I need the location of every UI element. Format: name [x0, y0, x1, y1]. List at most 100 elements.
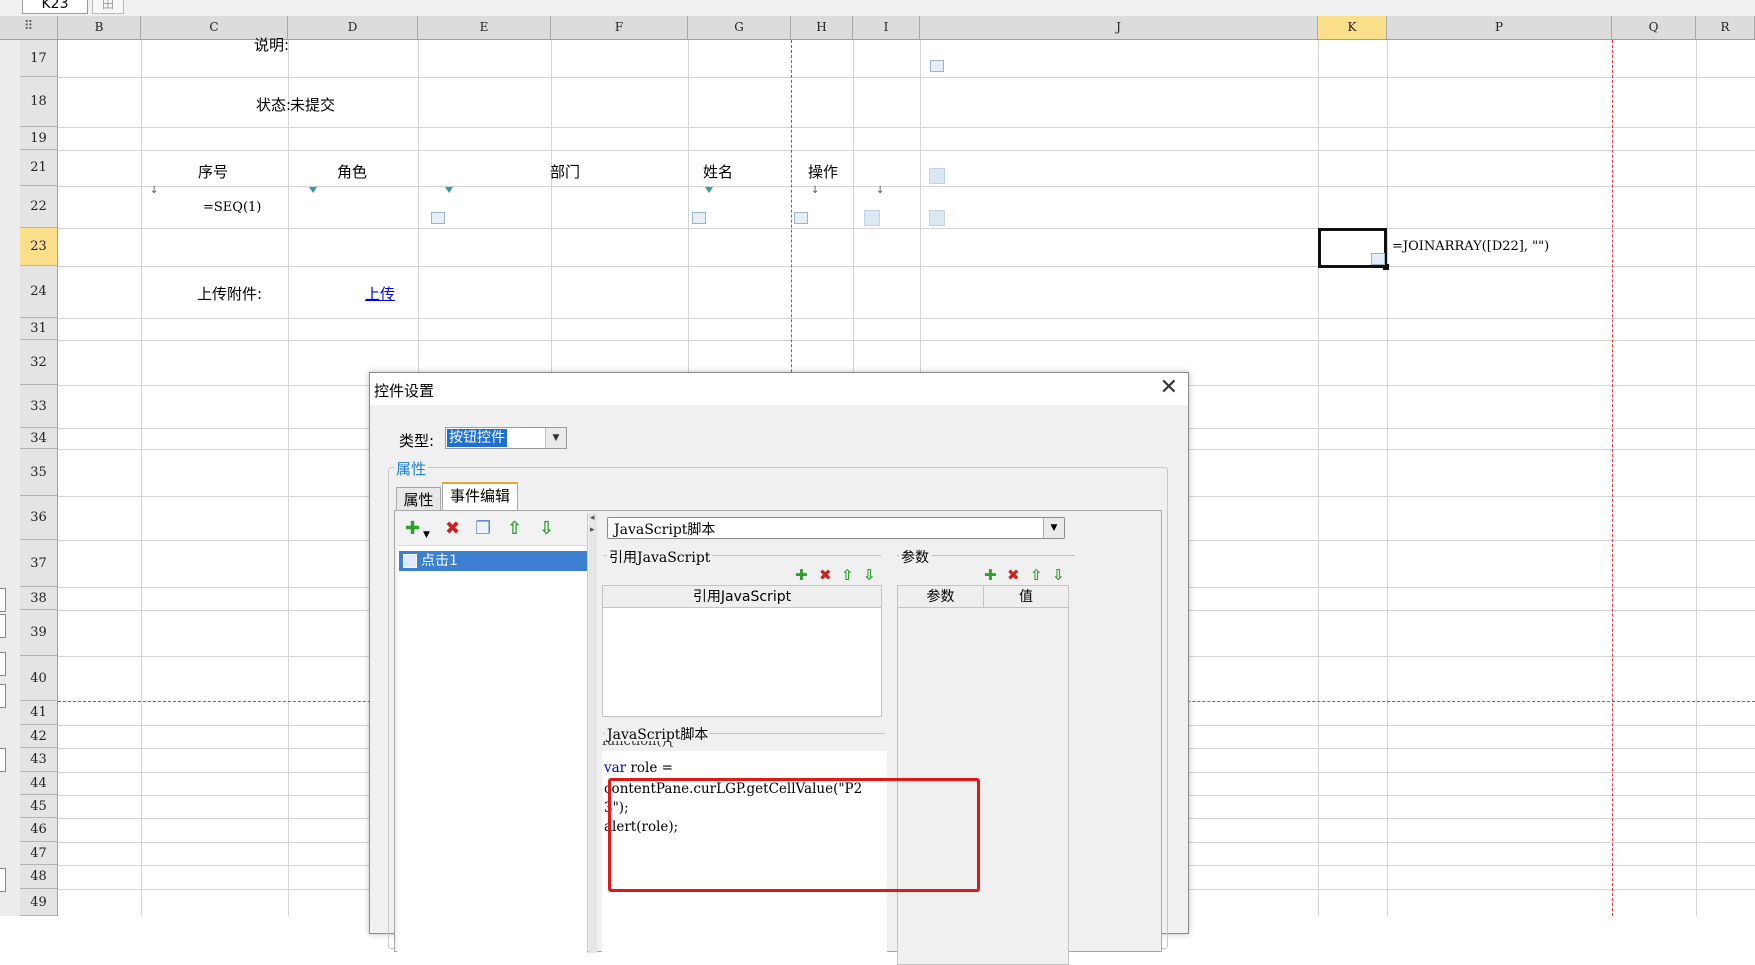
row-header-21[interactable]: 21: [20, 150, 58, 186]
row-header-19[interactable]: 19: [20, 127, 58, 150]
chevron-down-icon[interactable]: ▼: [423, 525, 430, 545]
row-header-33[interactable]: 33: [20, 385, 58, 428]
move-down-icon[interactable]: ⇩: [1052, 567, 1065, 583]
column-header-j[interactable]: J: [920, 16, 1318, 39]
event-icon: [403, 554, 417, 568]
params-column-header: 参数: [898, 586, 984, 608]
column-header-q[interactable]: Q: [1612, 16, 1696, 39]
column-header-r[interactable]: R: [1696, 16, 1755, 39]
button-widget-icon: [929, 210, 945, 226]
row-header-46[interactable]: 46: [20, 818, 58, 842]
collapse-left-icon[interactable]: ◂: [590, 513, 595, 523]
ref-js-column-header: 引用JavaScript: [603, 586, 881, 608]
collapse-right-icon[interactable]: ▸: [590, 525, 595, 535]
row-header-38[interactable]: 38: [20, 587, 58, 610]
move-up-icon[interactable]: ⇧: [507, 519, 522, 539]
tab-properties[interactable]: 属性: [396, 487, 441, 511]
event-toolbar: ✚ ▼ ✖ ❐ ⇧ ⇩: [397, 513, 587, 546]
row-header-39[interactable]: 39: [20, 610, 58, 656]
row-header-18[interactable]: 18: [20, 77, 58, 127]
row-header-17[interactable]: 17: [20, 40, 58, 77]
row-header-45[interactable]: 45: [20, 795, 58, 818]
grid-line: [1318, 40, 1319, 916]
column-header-i[interactable]: I: [853, 16, 920, 39]
dialog-titlebar[interactable]: 控件设置 ✕: [370, 373, 1188, 405]
grid-line: [1387, 40, 1388, 916]
name-box[interactable]: K23: [22, 0, 88, 14]
event-item-label: 点击1: [421, 553, 458, 569]
type-select[interactable]: 按钮控件 ▼: [445, 427, 567, 449]
column-header-b[interactable]: B: [58, 16, 141, 39]
row-header-35[interactable]: 35: [20, 449, 58, 496]
params-group-label: 参数: [899, 547, 931, 567]
row-header-23[interactable]: 23: [20, 228, 58, 266]
close-icon[interactable]: ✕: [1160, 375, 1178, 400]
header-action: 操作: [808, 163, 839, 181]
row-header-49[interactable]: 49: [20, 889, 58, 916]
delete-icon[interactable]: ✖: [819, 567, 832, 583]
move-down-icon[interactable]: ⇩: [539, 519, 554, 539]
tab-event-edit[interactable]: 事件编辑: [442, 482, 518, 511]
row-header-47[interactable]: 47: [20, 842, 58, 865]
button-widget-icon: [929, 168, 945, 184]
grid-line: [58, 266, 1755, 267]
params-table[interactable]: 参数 值: [897, 585, 1069, 965]
delete-icon[interactable]: ✖: [1007, 567, 1020, 583]
row-header-37[interactable]: 37: [20, 540, 58, 587]
grid-toggle-button[interactable]: 田: [92, 0, 124, 14]
column-header-f[interactable]: F: [551, 16, 688, 39]
row-header-34[interactable]: 34: [20, 428, 58, 449]
move-down-icon[interactable]: ⇩: [863, 567, 876, 583]
column-header-p[interactable]: P: [1387, 16, 1612, 39]
script-type-select[interactable]: JavaScript脚本 ▼: [607, 517, 1065, 539]
delete-icon[interactable]: ✖: [445, 519, 460, 539]
add-icon[interactable]: ✚: [405, 519, 420, 539]
column-header-g[interactable]: G: [688, 16, 791, 39]
row-header-24[interactable]: 24: [20, 266, 58, 318]
row-header-48[interactable]: 48: [20, 865, 58, 889]
dropdown-arrow-icon[interactable]: ▼: [1043, 518, 1064, 538]
status-value: 未提交: [290, 96, 336, 114]
column-header-e[interactable]: E: [418, 16, 551, 39]
select-all-corner[interactable]: ⠿: [0, 16, 58, 39]
row-header-41[interactable]: 41: [20, 701, 58, 725]
note-label: 说明:: [254, 36, 290, 54]
header-name: 姓名: [703, 163, 734, 181]
selected-cell-k23[interactable]: [1318, 228, 1389, 270]
add-icon[interactable]: ✚: [795, 567, 808, 583]
expand-down-icon: ↓: [811, 185, 820, 196]
annotation-highlight-box: [608, 778, 980, 892]
row-header-43[interactable]: 43: [20, 748, 58, 772]
data-column-icon: [445, 187, 453, 193]
type-select-value: 按钮控件: [447, 429, 507, 447]
row-header-36[interactable]: 36: [20, 496, 58, 540]
row-header-40[interactable]: 40: [20, 656, 58, 701]
column-header-h[interactable]: H: [791, 16, 853, 39]
script-keyword: var: [604, 760, 627, 776]
upload-link[interactable]: 上传: [365, 283, 395, 304]
header-dept: 部门: [550, 163, 581, 181]
row-header-22[interactable]: 22: [20, 186, 58, 228]
row-header-32[interactable]: 32: [20, 340, 58, 385]
ref-js-table[interactable]: 引用JavaScript: [602, 585, 882, 717]
left-panel-stub: [0, 614, 6, 638]
left-panel-stub: [0, 652, 6, 676]
row-header-42[interactable]: 42: [20, 725, 58, 748]
textbox-widget-icon: [692, 212, 706, 224]
dialog-title: 控件设置: [374, 382, 435, 400]
add-icon[interactable]: ✚: [984, 567, 997, 583]
panel-splitter[interactable]: ◂ ▸: [589, 513, 597, 953]
move-up-icon[interactable]: ⇧: [1030, 567, 1043, 583]
dropdown-arrow-icon[interactable]: ▼: [545, 428, 566, 448]
data-column-icon: [705, 187, 713, 193]
column-header-k[interactable]: K: [1318, 16, 1387, 39]
column-header-d[interactable]: D: [288, 16, 418, 39]
row-header-44[interactable]: 44: [20, 772, 58, 795]
row-header-31[interactable]: 31: [20, 318, 58, 340]
move-up-icon[interactable]: ⇧: [841, 567, 854, 583]
status-label: 状态:: [256, 96, 292, 114]
event-list-panel: ✚ ▼ ✖ ❐ ⇧ ⇩ 点击1: [397, 513, 588, 953]
event-item-click1[interactable]: 点击1: [399, 551, 587, 571]
copy-icon[interactable]: ❐: [475, 519, 491, 539]
page-break-line: [1612, 40, 1613, 916]
